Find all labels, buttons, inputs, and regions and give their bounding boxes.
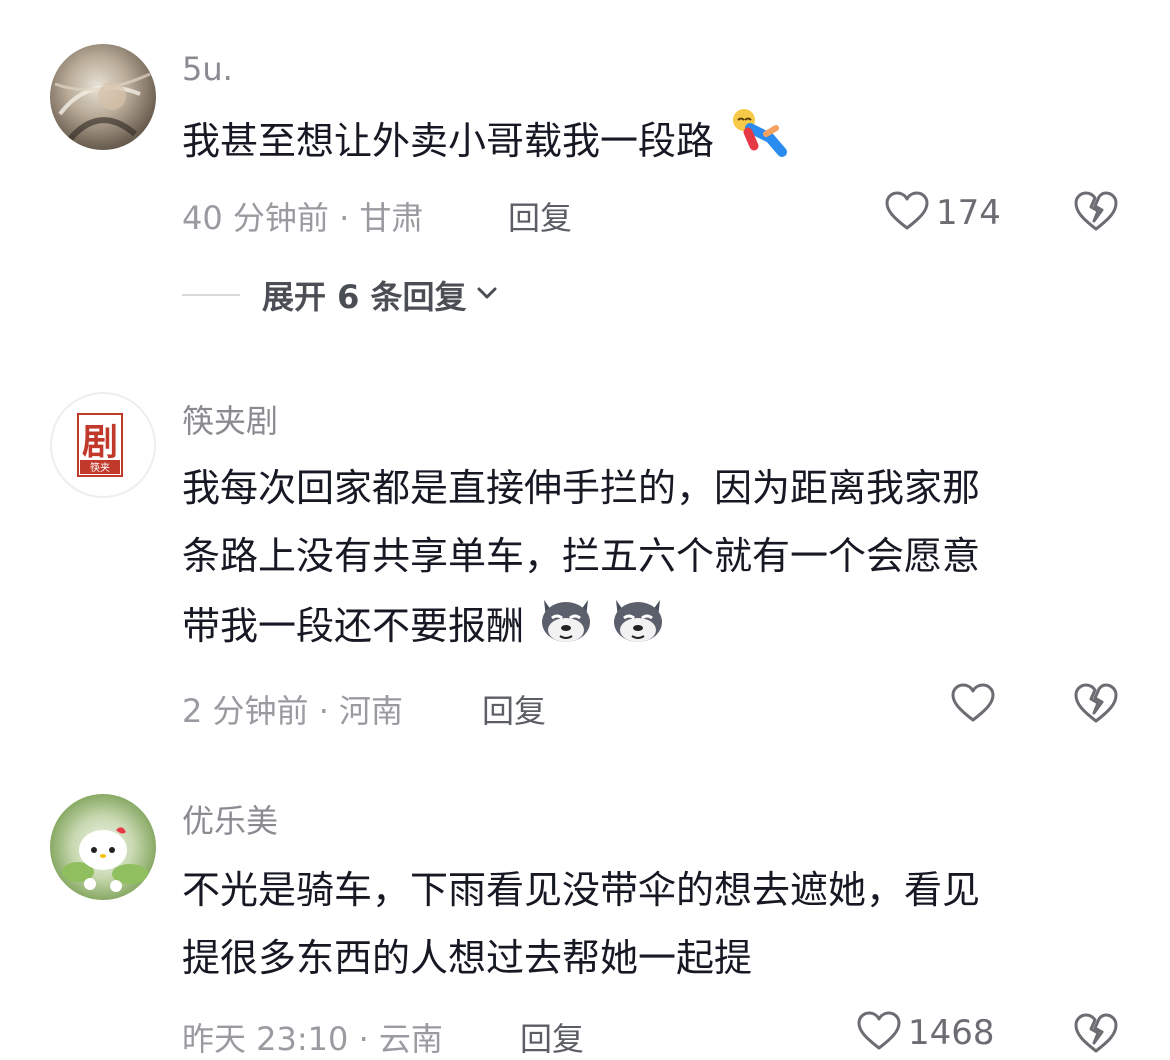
username[interactable]: 优乐美 bbox=[182, 796, 278, 842]
avatar[interactable] bbox=[50, 794, 156, 900]
comment-meta: 2 分钟前 · 河南 bbox=[182, 692, 404, 730]
like-button[interactable] bbox=[950, 682, 1002, 728]
avatar[interactable] bbox=[50, 44, 156, 150]
comment-text: 我每次回家都是直接伸手拦的，因为距离我家那 条路上没有共享单车，拦五六个就有一个… bbox=[182, 454, 1132, 667]
comment-meta: 昨天 23:10 · 云南 bbox=[182, 1020, 443, 1058]
comment-text: 我甚至想让外卖小哥载我一段路 bbox=[182, 106, 1132, 181]
avatar[interactable]: 剧 筷夹 bbox=[50, 392, 156, 498]
like-button[interactable]: 174 bbox=[884, 190, 1001, 236]
broken-heart-icon bbox=[1074, 1013, 1118, 1053]
reply-button[interactable]: 回复 bbox=[508, 193, 572, 239]
comment-meta: 40 分钟前 · 甘肃 bbox=[182, 199, 424, 237]
husky-dog-emoji bbox=[536, 590, 596, 667]
heart-icon bbox=[856, 1010, 902, 1056]
comment-text-line: 我每次回家都是直接伸手拦的，因为距离我家那 bbox=[182, 466, 981, 510]
comment-text-line: 条路上没有共享单车，拦五六个就有一个会愿意 bbox=[182, 534, 981, 578]
dislike-button[interactable] bbox=[1072, 188, 1120, 236]
heart-icon bbox=[884, 190, 930, 236]
husky-dog-emoji bbox=[608, 590, 668, 667]
heart-icon bbox=[950, 682, 996, 728]
comment-text-content: 我甚至想让外卖小哥载我一段路 bbox=[182, 119, 715, 163]
expand-replies-label: 展开 6 条回复 bbox=[262, 278, 467, 316]
like-button[interactable]: 1468 bbox=[856, 1010, 995, 1056]
comment-text-line: 不光是骑车，下雨看见没带伞的想去遮她，看见 bbox=[182, 868, 981, 912]
broken-heart-icon bbox=[1074, 683, 1118, 723]
username[interactable]: 5u. bbox=[182, 50, 233, 88]
comment-item-2: 剧 筷夹 筷夹剧 我每次回家都是直接伸手拦的，因为距离我家那 条路上没有共享单车… bbox=[0, 340, 1170, 760]
avatar-logo-badge: 筷夹 bbox=[90, 461, 110, 474]
username[interactable]: 筷夹剧 bbox=[182, 396, 278, 442]
broken-heart-icon bbox=[1074, 191, 1118, 231]
comment-item-3: 优乐美 不光是骑车，下雨看见没带伞的想去遮她，看见 提很多东西的人想过去帮她一起… bbox=[0, 760, 1170, 1059]
expand-replies-button[interactable]: 展开 6 条回复 bbox=[182, 272, 499, 318]
dislike-button[interactable] bbox=[1072, 1010, 1120, 1058]
comment-text-line: 提很多东西的人想过去帮她一起提 bbox=[182, 936, 753, 980]
lying-person-emoji bbox=[726, 106, 790, 181]
avatar-logo-text: 剧 bbox=[82, 421, 118, 463]
reply-button[interactable]: 回复 bbox=[482, 686, 546, 732]
comment-text: 不光是骑车，下雨看见没带伞的想去遮她，看见 提很多东西的人想过去帮她一起提 bbox=[182, 856, 1132, 992]
comment-text-line-content: 带我一段还不要报酬 bbox=[182, 604, 525, 648]
comment-item-1: 5u. 我甚至想让外卖小哥载我一段路 40 分钟前 · 甘肃 回复 174 展开… bbox=[0, 0, 1170, 340]
dislike-button[interactable] bbox=[1072, 680, 1120, 728]
divider bbox=[182, 294, 240, 296]
like-count: 174 bbox=[936, 193, 1001, 233]
reply-button[interactable]: 回复 bbox=[520, 1014, 584, 1060]
chevron-down-icon bbox=[475, 283, 499, 307]
comment-text-line: 带我一段还不要报酬 bbox=[182, 590, 1132, 667]
like-count: 1468 bbox=[908, 1013, 995, 1053]
